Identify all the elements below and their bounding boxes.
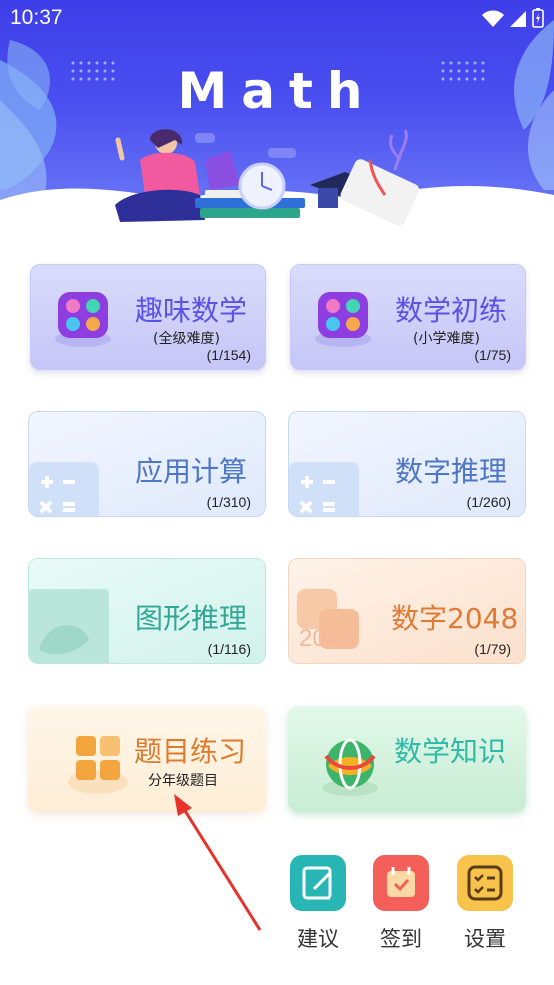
calendar-icon: [373, 855, 429, 911]
card-fun-math[interactable]: 趣味数学 (全级难度) (1/154): [30, 264, 266, 370]
card-applied-calc[interactable]: 应用计算 (1/310): [28, 411, 266, 517]
red-arrow-annotation: [174, 794, 262, 931]
grid-blocks-icon: [68, 736, 128, 794]
card-subtitle: (小学难度): [413, 331, 480, 347]
card-2048[interactable]: 2048 数字2048 (1/79): [288, 558, 526, 664]
globe-icon: [322, 738, 378, 796]
card-count: (1/116): [207, 641, 251, 657]
edit-icon: [290, 855, 346, 911]
card-count: (1/75): [474, 347, 511, 363]
card-watermark: 2048: [299, 625, 353, 652]
checkin-label: 签到: [380, 927, 422, 951]
card-title: 数字2048: [391, 602, 519, 635]
card-subtitle: 分年级题目: [148, 773, 218, 789]
card-basic-math[interactable]: 数学初练 (小学难度) (1/75): [290, 264, 526, 370]
card-title: 数字推理: [395, 455, 508, 488]
checklist-icon: [457, 855, 513, 911]
calculator-icon: [29, 462, 99, 516]
card-math-knowledge[interactable]: 数学知识: [288, 706, 526, 812]
hero-illustration: [0, 129, 554, 226]
header-banner: 10:37 Math: [0, 0, 554, 226]
calculator-icon: [289, 462, 359, 516]
card-title: 应用计算: [135, 455, 248, 488]
calculator-icon: [55, 292, 111, 347]
settings-button[interactable]: 设置: [455, 855, 515, 953]
card-subtitle: (全级难度): [153, 331, 220, 347]
settings-label: 设置: [464, 927, 506, 951]
card-title: 趣味数学: [135, 294, 248, 327]
card-count: (1/310): [206, 494, 251, 510]
suggest-label: 建议: [297, 927, 339, 951]
card-title: 图形推理: [135, 602, 248, 635]
card-count: (1/79): [474, 641, 511, 657]
card-shape-reasoning[interactable]: 图形推理 (1/116): [28, 558, 266, 664]
card-number-reasoning[interactable]: 数字推理 (1/260): [288, 411, 526, 517]
easel-icon: [29, 589, 109, 663]
card-count: (1/154): [206, 347, 251, 363]
card-title: 数学初练: [395, 294, 508, 327]
suggest-button[interactable]: 建议: [288, 855, 348, 953]
checkin-button[interactable]: 签到: [371, 855, 431, 953]
card-title: 题目练习: [134, 735, 247, 768]
card-title: 数学知识: [394, 735, 507, 768]
card-count: (1/260): [466, 494, 511, 510]
calculator-icon: [315, 292, 371, 347]
